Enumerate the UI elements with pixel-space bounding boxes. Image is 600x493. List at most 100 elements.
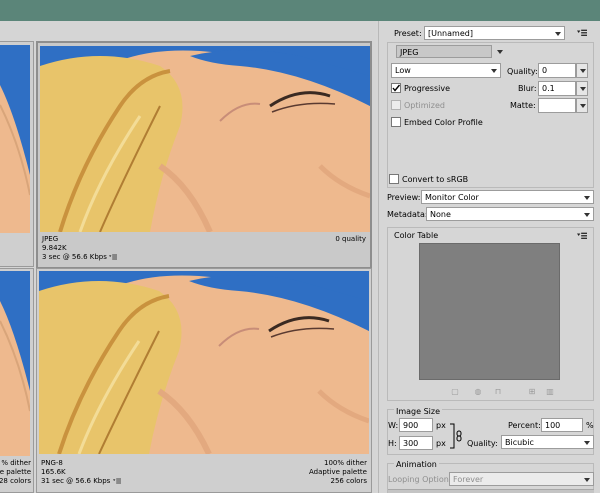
- height-input[interactable]: 300: [399, 436, 433, 450]
- convert-srgb-label: Convert to sRGB: [402, 175, 469, 184]
- metadata-dropdown[interactable]: None: [426, 207, 594, 221]
- preview-area: JPEG 9.842K 3 sec @ 56.6 Kbps 0 quality …: [0, 21, 376, 493]
- bottom-right-info-right: 100% dither Adaptive palette 256 colors: [309, 459, 367, 486]
- preview-image-top-left: [0, 45, 30, 233]
- preset-label: Preset:: [394, 29, 422, 38]
- percent-label: Percent:: [508, 421, 541, 430]
- image-size-title: Image Size: [394, 406, 443, 417]
- progressive-label: Progressive: [404, 84, 451, 93]
- looping-options-value: Forever: [453, 475, 484, 484]
- file-size-label: 165.6K: [41, 468, 66, 476]
- preview-tile-bottom-right[interactable]: PNG-8 165.6K 31 sec @ 56.6 Kbps 100% dit…: [36, 268, 372, 493]
- dropdown-arrow-icon: [582, 209, 592, 220]
- optimized-label: Optimized: [404, 101, 445, 110]
- dither-info: % dither: [1, 459, 31, 467]
- quality-slider-button[interactable]: [576, 63, 588, 78]
- colors-info: 28 colors: [0, 477, 31, 485]
- metadata-value: None: [430, 210, 451, 219]
- color-table-title: Color Table: [394, 231, 439, 240]
- percent-input[interactable]: 100: [541, 418, 583, 432]
- window-title-bar: [0, 0, 600, 21]
- download-time-row: 31 sec @ 56.6 Kbps: [41, 477, 121, 486]
- color-table-menu-icon[interactable]: [577, 232, 587, 240]
- preview-image-bottom-left: [0, 271, 30, 456]
- link-icon[interactable]: [449, 423, 465, 449]
- color-table-swatch-area[interactable]: [419, 243, 560, 380]
- embed-color-profile-checkbox[interactable]: [391, 117, 401, 127]
- preset-value: [Unnamed]: [428, 29, 473, 38]
- metadata-label: Metadata:: [387, 210, 428, 219]
- animation-controls-strip: [388, 489, 594, 493]
- preview-image-top-right: [40, 46, 370, 232]
- resample-quality-value: Bicubic: [505, 438, 534, 447]
- bottom-right-info-left: PNG-8 165.6K 31 sec @ 56.6 Kbps: [41, 459, 121, 486]
- percent-unit-label: %: [586, 421, 594, 430]
- lock-color-icon[interactable]: ⊓: [494, 388, 502, 396]
- download-menu-icon[interactable]: [109, 254, 118, 260]
- width-value: 900: [403, 421, 419, 430]
- blur-value: 0.1: [542, 84, 555, 93]
- width-label: W:: [388, 421, 399, 430]
- blur-slider-button[interactable]: [576, 81, 588, 96]
- looping-options-label: Looping Options:: [388, 475, 456, 484]
- convert-srgb-checkbox[interactable]: [389, 174, 399, 184]
- checkmark-icon: [392, 84, 401, 92]
- format-dropdown-button[interactable]: [494, 45, 507, 58]
- matte-label: Matte:: [510, 101, 536, 110]
- dropdown-arrow-icon: [489, 65, 499, 76]
- blur-input[interactable]: 0.1: [538, 81, 576, 96]
- download-menu-icon[interactable]: [112, 478, 121, 484]
- preview-tile-top-left[interactable]: [0, 41, 34, 267]
- embed-color-profile-label: Embed Color Profile: [404, 118, 483, 127]
- width-unit-label: px: [436, 421, 446, 430]
- map-color-icon[interactable]: ▢: [451, 388, 459, 396]
- new-color-icon[interactable]: ⊞: [528, 388, 536, 396]
- bottom-left-info-right: % dither e palette 28 colors: [0, 459, 31, 486]
- dropdown-arrow-icon: [582, 437, 592, 448]
- web-shift-icon[interactable]: ◍: [474, 388, 482, 396]
- matte-input[interactable]: [538, 98, 576, 113]
- palette-info: e palette: [0, 468, 31, 476]
- palette-info: Adaptive palette: [309, 468, 367, 476]
- download-time-label: 31 sec @ 56.6 Kbps: [41, 477, 111, 485]
- blur-label: Blur:: [518, 84, 537, 93]
- quality-info-label: 0 quality: [335, 235, 366, 243]
- download-time-label: 3 sec @ 56.6 Kbps: [42, 253, 107, 261]
- dither-info: 100% dither: [324, 459, 367, 467]
- animation-title: Animation: [394, 459, 439, 470]
- format-label: PNG-8: [41, 459, 63, 467]
- dropdown-arrow-icon: [553, 28, 563, 39]
- preview-label: Preview:: [387, 193, 421, 202]
- trash-icon[interactable]: ▥: [546, 388, 554, 396]
- resample-quality-dropdown[interactable]: Bicubic: [501, 435, 594, 449]
- percent-value: 100: [545, 421, 561, 430]
- height-value: 300: [403, 439, 419, 448]
- quality-level-dropdown[interactable]: Low: [391, 63, 501, 78]
- panel-menu-icon[interactable]: [577, 29, 587, 37]
- file-size-label: 9.842K: [42, 244, 67, 252]
- progressive-checkbox[interactable]: [391, 83, 401, 93]
- download-time-row: 3 sec @ 56.6 Kbps: [42, 253, 118, 262]
- format-dropdown[interactable]: JPEG: [396, 45, 492, 58]
- preview-dropdown[interactable]: Monitor Color: [421, 190, 594, 204]
- optimized-checkbox[interactable]: [391, 100, 401, 110]
- preview-value: Monitor Color: [425, 193, 479, 202]
- quality-input[interactable]: 0: [538, 63, 576, 78]
- matte-dropdown-button[interactable]: [576, 98, 588, 113]
- preset-dropdown[interactable]: [Unnamed]: [424, 26, 565, 40]
- settings-panel: Preset: [Unnamed] JPEG Low Quality: 0 Pr…: [378, 21, 600, 493]
- top-right-info-right: 0 quality: [335, 235, 366, 244]
- height-label: H:: [388, 439, 397, 448]
- width-input[interactable]: 900: [399, 418, 433, 432]
- preview-tile-bottom-left[interactable]: % dither e palette 28 colors: [0, 268, 34, 493]
- quality-label: Quality:: [507, 67, 538, 76]
- dropdown-arrow-icon: [582, 474, 592, 485]
- looping-options-dropdown[interactable]: Forever: [449, 472, 594, 486]
- quality-level-value: Low: [395, 66, 411, 75]
- dropdown-arrow-icon: [582, 192, 592, 203]
- preview-tile-top-right[interactable]: JPEG 9.842K 3 sec @ 56.6 Kbps 0 quality: [36, 41, 372, 269]
- format-value: JPEG: [400, 48, 419, 57]
- top-right-info-left: JPEG 9.842K 3 sec @ 56.6 Kbps: [42, 235, 118, 262]
- colors-info: 256 colors: [330, 477, 367, 485]
- format-label: JPEG: [42, 235, 59, 243]
